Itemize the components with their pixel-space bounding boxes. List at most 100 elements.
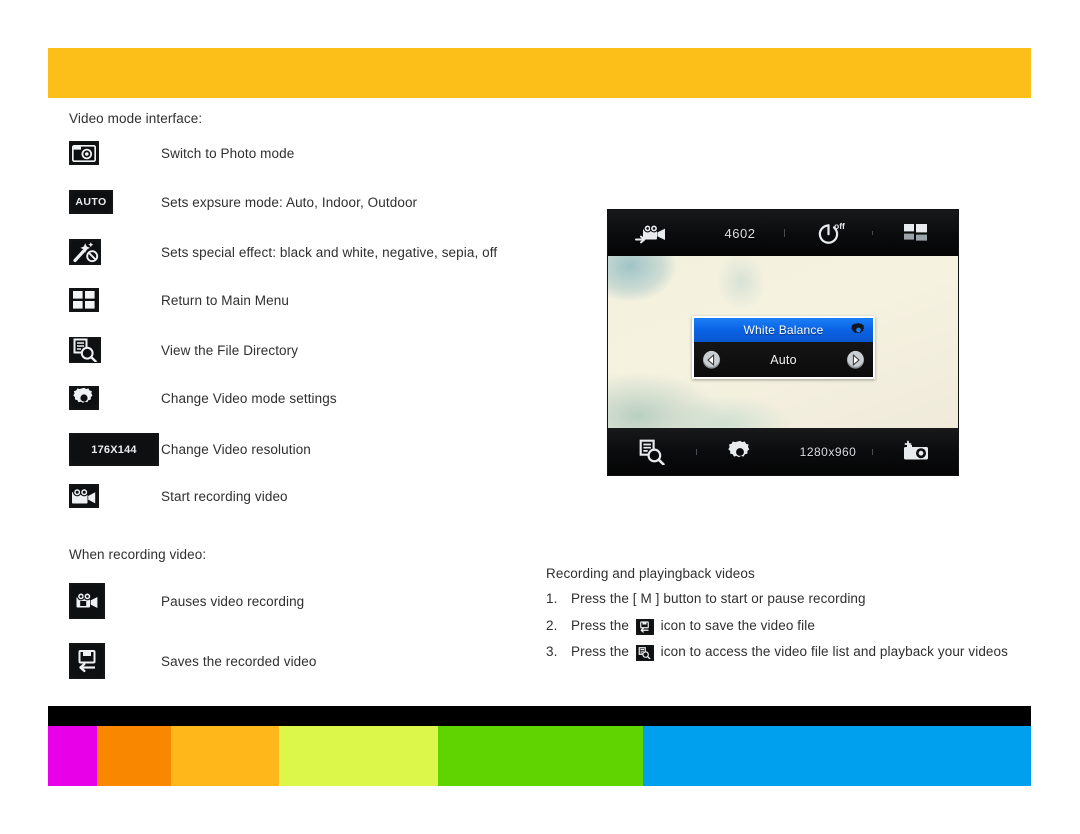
header-band <box>48 48 1031 98</box>
camera-shot-counter: 4602 <box>696 226 784 241</box>
resolution-icon: 176X144 <box>69 433 159 466</box>
swatch-blue <box>643 726 1031 786</box>
icon-cell <box>69 337 161 363</box>
footer-color-strip <box>48 726 1031 786</box>
instruction-number: 1. <box>546 591 558 606</box>
swatch-magenta <box>48 726 97 786</box>
instruction-text: Press the icon to access the video file … <box>571 642 1016 662</box>
camera-resolution-display[interactable]: 1280x960 <box>784 445 872 459</box>
camera-top-bar: 4602 off <box>608 210 958 256</box>
gear-icon[interactable] <box>851 323 866 338</box>
row-label: Sets special effect: black and white, ne… <box>161 244 498 260</box>
instructions-heading: Recording and playingback videos <box>546 566 755 581</box>
row-label: Start recording video <box>161 488 288 504</box>
svg-text:off: off <box>834 221 845 231</box>
row-video-resolution: 176X144 Change Video resolution <box>69 433 311 466</box>
row-pause-recording: Pauses video recording <box>69 583 304 619</box>
auto-exposure-label: AUTO <box>75 196 107 208</box>
left-column: Video mode interface: Switch to Photo mo… <box>69 110 569 679</box>
instruction-text-before: Press the <box>571 644 629 660</box>
icon-cell <box>69 288 161 312</box>
icon-cell <box>69 583 161 619</box>
row-switch-to-photo-mode: Switch to Photo mode <box>69 141 294 165</box>
icon-cell: 176X144 <box>69 433 161 466</box>
magic-wand-effect-icon <box>69 239 101 265</box>
instruction-item-1: 1. Press the [ M ] button to start or pa… <box>546 589 1016 609</box>
page-root: Video mode interface: Switch to Photo mo… <box>0 0 1080 834</box>
main-menu-grid-icon <box>69 288 99 312</box>
arrow-left-icon[interactable] <box>702 350 721 369</box>
camera-resolution-value: 1280x960 <box>799 444 857 459</box>
row-label: Saves the recorded video <box>161 653 317 669</box>
white-balance-title: White Balance <box>743 323 824 337</box>
swatch-lime-yellow <box>279 726 438 786</box>
camera-main-menu-button[interactable] <box>872 222 958 244</box>
instructions-block: Recording and playingback videos 1. Pres… <box>546 566 1016 669</box>
arrow-right-icon[interactable] <box>846 350 865 369</box>
icon-cell <box>69 484 161 508</box>
swatch-green <box>438 726 643 786</box>
row-label: Return to Main Menu <box>161 292 289 308</box>
instruction-number: 3. <box>546 644 558 660</box>
save-video-icon <box>69 643 105 679</box>
row-save-video: Saves the recorded video <box>69 643 317 679</box>
instruction-text-after: icon to access the video file list and p… <box>660 644 1008 660</box>
row-return-to-main-menu: Return to Main Menu <box>69 288 289 312</box>
resolution-label: 176X144 <box>91 443 137 456</box>
instruction-text: Press the icon to save the video file <box>571 616 1016 636</box>
pause-recording-icon <box>69 583 105 619</box>
icon-cell <box>69 386 161 410</box>
camera-file-directory-button[interactable] <box>608 439 696 465</box>
instruction-text-before: Press the <box>571 617 629 633</box>
row-view-file-directory: View the File Directory <box>69 337 298 363</box>
instruction-item-2: 2. Press the icon to save the video file <box>546 616 1016 636</box>
video-camera-icon <box>69 484 99 508</box>
file-directory-icon <box>639 439 665 465</box>
icon-cell <box>69 643 161 679</box>
row-label: Change Video resolution <box>161 442 311 457</box>
icon-cell: AUTO <box>69 190 161 214</box>
shot-counter-value: 4602 <box>724 225 756 241</box>
camera-self-timer-button[interactable]: off <box>784 220 872 246</box>
row-label: View the File Directory <box>161 342 299 358</box>
icon-cell <box>69 239 161 265</box>
section-label-video-mode: Video mode interface: <box>69 111 203 126</box>
row-label: Change Video mode settings <box>161 390 337 406</box>
camera-screen-preview: 4602 off White Balance Auto 1280x960 <box>607 209 959 476</box>
camera-record-button[interactable] <box>608 221 696 245</box>
white-balance-dialog: White Balance Auto <box>692 316 875 379</box>
row-special-effect: Sets special effect: black and white, ne… <box>69 239 497 265</box>
instruction-item-3: 3. Press the icon to access the video fi… <box>546 642 1016 662</box>
swatch-orange <box>97 726 171 786</box>
instruction-text-after: icon to save the video file <box>660 617 815 633</box>
main-menu-grid-icon <box>904 224 927 241</box>
row-video-mode-settings: Change Video mode settings <box>69 386 337 410</box>
video-record-icon <box>635 224 665 244</box>
camera-bottom-bar: 1280x960 <box>608 428 958 475</box>
swatch-amber <box>171 726 279 786</box>
white-balance-title-bar: White Balance <box>694 318 873 342</box>
photo-capture-icon <box>904 440 928 459</box>
footer-black-bar <box>48 706 1031 726</box>
white-balance-body: Auto <box>694 342 873 377</box>
instruction-number: 2. <box>546 617 558 633</box>
icon-cell <box>69 141 161 165</box>
section-label-when-recording: When recording video: <box>69 547 207 562</box>
camera-photo-capture-button[interactable] <box>872 440 958 464</box>
row-exposure-mode: AUTO Sets expsure mode: Auto, Indoor, Ou… <box>69 190 417 214</box>
row-label: Sets expsure mode: Auto, Indoor, Outdoor <box>161 194 418 210</box>
file-directory-icon <box>635 645 654 662</box>
row-start-recording: Start recording video <box>69 484 288 508</box>
instruction-text: Press the [ M ] button to start or pause… <box>571 591 866 606</box>
photo-camera-icon <box>69 141 99 165</box>
row-label: Switch to Photo mode <box>161 145 295 161</box>
white-balance-value: Auto <box>770 352 797 367</box>
row-label: Pauses video recording <box>161 593 305 609</box>
self-timer-off-icon: off <box>818 221 845 244</box>
camera-settings-button[interactable] <box>696 440 784 464</box>
gear-settings-icon <box>728 440 750 457</box>
auto-exposure-icon: AUTO <box>69 190 113 214</box>
file-directory-icon <box>69 337 101 363</box>
camera-live-view: White Balance Auto <box>608 256 958 430</box>
gear-settings-icon <box>69 386 99 410</box>
